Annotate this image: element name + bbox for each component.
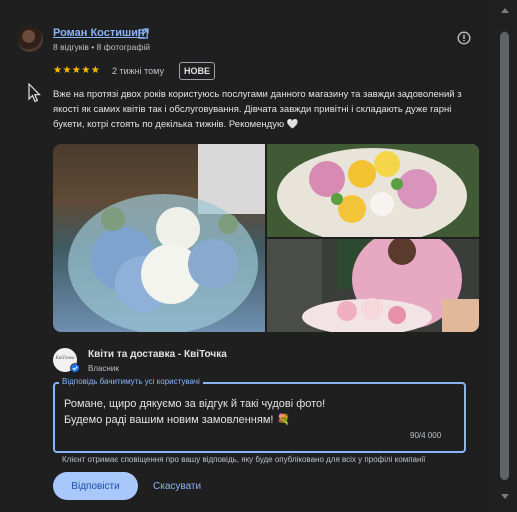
char-counter: 90/4 000: [410, 431, 442, 440]
reviewer-avatar[interactable]: [17, 26, 43, 52]
scroll-up-arrow-icon[interactable]: [501, 8, 509, 13]
new-badge: НОВЕ: [179, 62, 216, 80]
scrollbar[interactable]: [494, 0, 517, 512]
owner-role: Власник: [88, 364, 119, 373]
cancel-button[interactable]: Скасувати: [149, 472, 209, 500]
scroll-thumb[interactable]: [500, 32, 509, 480]
reply-notice: Клієнт отримає сповіщення про вашу відпо…: [62, 455, 426, 464]
reply-submit-button[interactable]: Відповісти: [53, 472, 138, 500]
review-photo-1[interactable]: [53, 144, 265, 332]
reply-text[interactable]: Романе, щиро дякуємо за відгук й такі чу…: [64, 396, 454, 428]
reviewer-stats: 8 відгуків • 8 фотографій: [53, 42, 150, 52]
mouse-cursor-icon: [28, 83, 41, 103]
owner-avatar-logo-text: КвіТочка: [55, 356, 75, 361]
review-date: 2 тижні тому: [112, 66, 164, 76]
review-photo-3[interactable]: [267, 239, 479, 332]
star-rating: ★★★★★: [53, 65, 101, 76]
review-photos: [53, 144, 479, 332]
info-icon[interactable]: [457, 31, 471, 45]
review-text: Вже на протязі двох років користуюсь пос…: [53, 89, 462, 130]
verified-check-icon: [70, 363, 80, 373]
reply-visibility-label: Відповідь бачитимуть усі користувачі: [59, 377, 203, 386]
open-external-icon[interactable]: [138, 28, 149, 39]
reviewer-name-link[interactable]: Роман Костишин: [53, 27, 145, 39]
review-photo-2[interactable]: [267, 144, 479, 237]
scroll-down-arrow-icon[interactable]: [501, 494, 509, 499]
review-panel: Роман Костишин 8 відгуків • 8 фотографій…: [0, 0, 494, 512]
owner-name: Квіти та доставка - КвіТочка: [88, 349, 227, 360]
reply-submit-label: Відповісти: [71, 480, 120, 492]
